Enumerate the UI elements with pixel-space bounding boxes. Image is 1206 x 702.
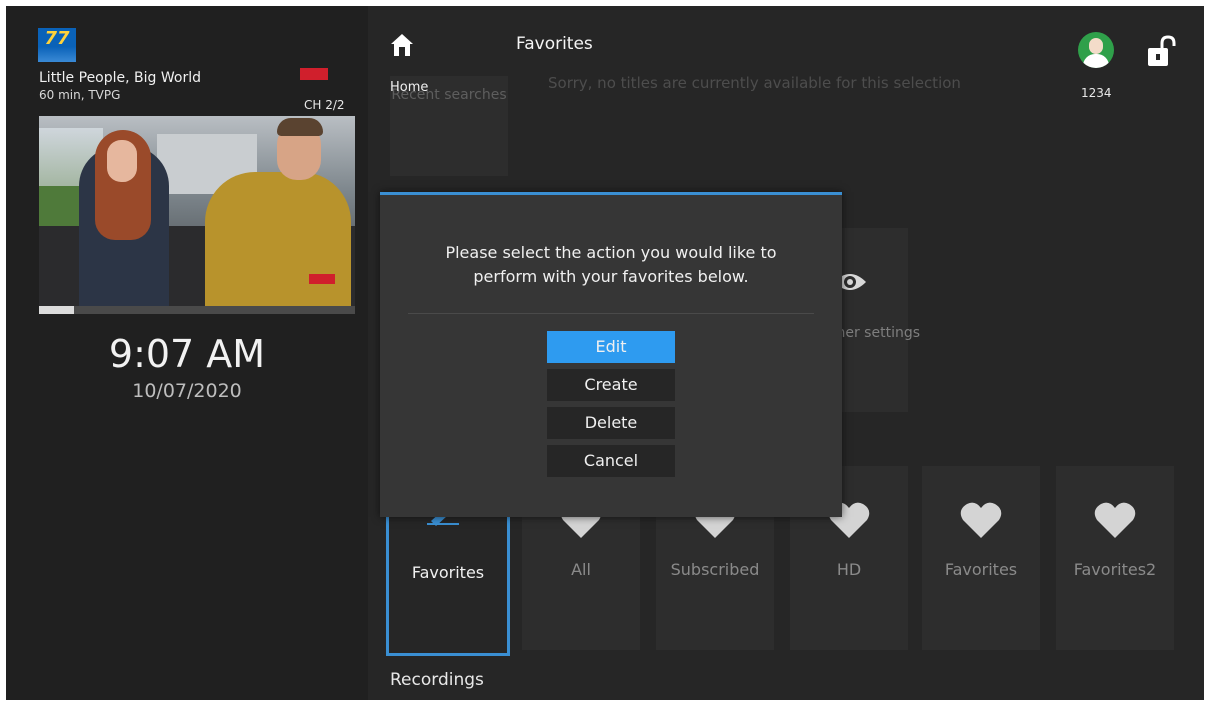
network-bug xyxy=(309,274,335,284)
home-icon[interactable] xyxy=(390,32,414,58)
create-button[interactable]: Create xyxy=(547,369,675,401)
tile-label: Favorites2 xyxy=(1073,560,1157,579)
no-titles-message: Sorry, no titles are currently available… xyxy=(548,74,961,92)
program-meta: 60 min, TVPG xyxy=(39,88,121,102)
video-face-left xyxy=(107,140,137,182)
program-title: Little People, Big World xyxy=(39,70,201,86)
avatar-body xyxy=(1083,54,1109,68)
page-title: Favorites xyxy=(516,34,593,54)
playback-progress-bar xyxy=(39,306,355,314)
dialog-message: Please select the action you would like … xyxy=(380,241,842,289)
tv-screen: 77 Little People, Big World 60 min, TVPG… xyxy=(6,6,1204,700)
tile-label: HD xyxy=(836,560,862,579)
tile-label: All xyxy=(571,560,591,579)
dialog-message-line-2: perform with your favorites below. xyxy=(473,267,749,286)
dialog-message-line-1: Please select the action you would like … xyxy=(445,243,777,262)
heart-icon xyxy=(1094,502,1136,538)
recording-badge xyxy=(300,68,328,80)
recordings-section-label[interactable]: Recordings xyxy=(390,670,484,690)
heart-icon xyxy=(960,502,1002,538)
cancel-button[interactable]: Cancel xyxy=(547,445,675,477)
delete-button[interactable]: Delete xyxy=(547,407,675,439)
favorites-action-dialog: Please select the action you would like … xyxy=(380,192,842,517)
tile-label: Subscribed xyxy=(670,560,760,579)
channel-number: CH 2/2 xyxy=(304,98,345,112)
profile-id: 1234 xyxy=(1081,86,1112,100)
video-person-right xyxy=(205,172,351,306)
video-hair-right xyxy=(277,118,323,136)
clock-date: 10/07/2020 xyxy=(132,380,242,402)
tile-favorites2[interactable]: Favorites2 xyxy=(1056,466,1174,650)
playback-progress-fill xyxy=(39,306,74,314)
edit-button[interactable]: Edit xyxy=(547,331,675,363)
profile-avatar[interactable] xyxy=(1078,32,1114,68)
channel-logo: 77 xyxy=(38,28,76,62)
live-video-preview[interactable] xyxy=(39,116,355,306)
tile-label: Favorites xyxy=(411,563,485,582)
tile-label: Favorites xyxy=(944,560,1018,579)
dialog-divider xyxy=(408,313,814,314)
clock-time: 9:07 AM xyxy=(108,332,266,376)
now-playing-panel: 77 Little People, Big World 60 min, TVPG… xyxy=(6,6,368,700)
unlock-icon[interactable] xyxy=(1142,34,1178,70)
tile-favorites[interactable]: Favorites xyxy=(922,466,1040,650)
avatar-head xyxy=(1089,38,1103,54)
home-label[interactable]: Home xyxy=(390,80,428,95)
